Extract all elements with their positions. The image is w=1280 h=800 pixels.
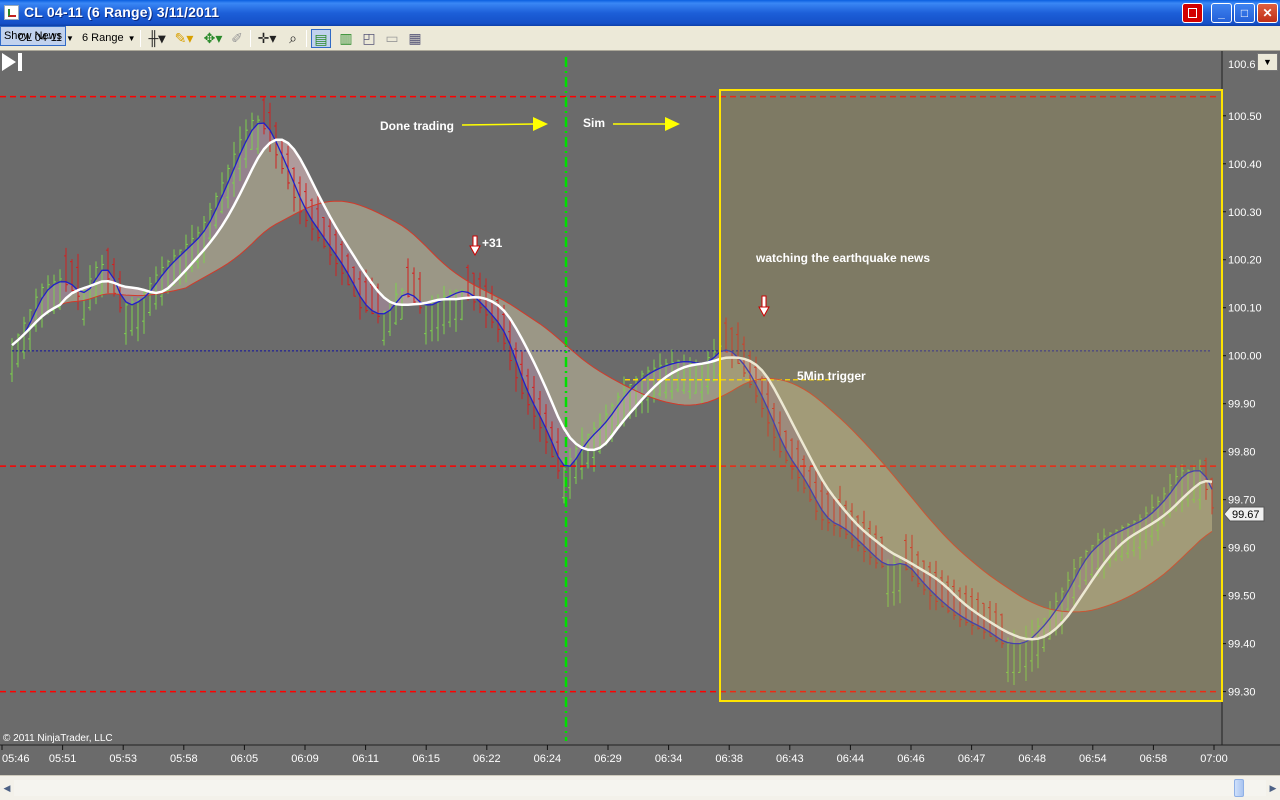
time-tick-label: 06:11 <box>352 753 379 765</box>
line-chart-icon[interactable]: ◰ <box>359 29 379 48</box>
arrow-head-icon <box>533 117 548 131</box>
title-bar[interactable]: CL 04-11 (6 Range) 3/11/2011 _ □ ✕ <box>0 0 1280 26</box>
instrument-selector[interactable]: CL 04-11 ▼ <box>12 29 76 48</box>
time-tick-label: 05:58 <box>170 753 198 765</box>
arrow-head-icon <box>665 117 680 131</box>
chevron-down-icon: ▼ <box>66 34 74 43</box>
time-axis[interactable]: 05:46 05:51 05:53 05:58 06:05 06:09 06:11 06:15… <box>0 744 1280 765</box>
time-tick-label: 06:29 <box>594 753 622 765</box>
scrollbar-track[interactable] <box>14 780 1266 796</box>
price-bar <box>136 297 140 342</box>
eraser-icon[interactable]: ✐ <box>227 29 247 48</box>
time-tick-label: 06:15 <box>412 753 440 765</box>
price-bar <box>22 316 26 360</box>
time-tick-label: 06:05 <box>231 753 259 765</box>
ninjatrader-app-icon[interactable] <box>4 5 19 20</box>
sell-arrow-icon <box>469 235 481 257</box>
app-window: CL 04-11 (6 Range) 3/11/2011 _ □ ✕ CL 04… <box>0 0 1280 800</box>
scrollbar-thumb[interactable] <box>1234 779 1244 797</box>
sim-label: Sim <box>583 116 605 130</box>
time-tick-label: 06:09 <box>291 753 319 765</box>
price-chart[interactable]: 100.50 100.40 100.30 100.20 100.10 100.00 99.9… <box>0 51 1280 775</box>
toolbar-divider <box>250 30 251 47</box>
price-bar <box>124 302 128 345</box>
chart-trader-icon[interactable]: ▤ <box>311 29 331 48</box>
minimize-button[interactable]: _ <box>1211 3 1232 23</box>
price-chart-canvas[interactable]: 100.50 100.40 100.30 100.20 100.10 100.00 99.9… <box>0 51 1280 775</box>
price-tick-label: 99.40 <box>1228 639 1256 651</box>
time-tick-label: 06:44 <box>837 753 865 765</box>
price-tick-label: 100.50 <box>1228 111 1262 123</box>
watching-news-label: watching the earthquake news <box>755 251 930 265</box>
price-tick-label: 99.70 <box>1228 495 1256 507</box>
toolbar-divider <box>306 30 307 47</box>
maximize-button[interactable]: □ <box>1234 3 1255 23</box>
profit-label: +31 <box>482 236 503 250</box>
price-tick-label: 99.80 <box>1228 447 1256 459</box>
done-trading-arrow <box>461 123 536 126</box>
time-tick-label: 06:58 <box>1140 753 1168 765</box>
time-tick-label: 06:24 <box>534 753 562 765</box>
price-tick-label: 100.30 <box>1228 207 1262 219</box>
scroll-to-end-icon[interactable] <box>0 51 26 73</box>
time-tick-label: 05:46 <box>2 753 30 765</box>
price-tick-label: 99.90 <box>1228 399 1256 411</box>
time-tick-label: 06:34 <box>655 753 683 765</box>
chevron-down-icon: ▼ <box>127 34 136 43</box>
crosshair-icon[interactable]: ✛▾ <box>255 29 279 48</box>
toolbar-divider <box>140 30 141 47</box>
price-tick-label: 100.20 <box>1228 255 1262 267</box>
zoom-icon[interactable]: ⌕ <box>283 29 303 48</box>
price-tick-label: 100.10 <box>1228 303 1262 315</box>
time-tick-label: 06:48 <box>1018 753 1046 765</box>
time-tick-label: 06:47 <box>958 753 986 765</box>
time-tick-label: 06:22 <box>473 753 501 765</box>
window-title: CL 04-11 (6 Range) 3/11/2011 <box>24 4 220 20</box>
price-tick-label: 100.6 <box>1228 59 1256 71</box>
price-tick-label: 99.50 <box>1228 591 1256 603</box>
candlestick-icon[interactable]: ▥ <box>336 29 356 48</box>
copyright-label: © 2011 NinjaTrader, LLC <box>3 733 113 744</box>
close-button[interactable]: ✕ <box>1257 3 1278 23</box>
link-icon <box>1188 8 1197 18</box>
drawing-pencil-icon[interactable]: ✎▾ <box>172 29 196 48</box>
price-bar <box>424 304 428 345</box>
chart-toolbar: CL 04-11 ▼ 6 Range ▼ ╫▾ ✎▾ ✥▾ ✐ ✛▾ ⌕ ▤ ▥ ◰… <box>0 26 1280 51</box>
sim-region-box <box>719 89 1223 702</box>
price-bar <box>148 276 152 316</box>
price-scale-dropdown-button[interactable]: ▼ <box>1257 53 1278 71</box>
time-tick-label: 06:54 <box>1079 753 1107 765</box>
drawing-tools-icon[interactable]: ✥▾ <box>201 29 225 48</box>
time-tick-label: 06:43 <box>776 753 804 765</box>
data-box-icon[interactable]: ▭ <box>382 29 402 48</box>
link-color-button[interactable] <box>1182 3 1203 23</box>
properties-icon[interactable]: ▦ <box>405 29 425 48</box>
instrument-label: CL 04-11 <box>18 32 63 44</box>
time-tick-label: 07:00 <box>1200 753 1228 765</box>
price-tick-label: 100.40 <box>1228 159 1262 171</box>
time-tick-label: 06:38 <box>715 753 743 765</box>
done-trading-label: Done trading <box>380 119 454 133</box>
scroll-right-icon[interactable]: ▶ <box>1268 781 1278 795</box>
scroll-left-icon[interactable]: ◀ <box>2 781 12 795</box>
time-tick-label: 06:46 <box>897 753 925 765</box>
bar-type-selector[interactable]: 6 Range ▼ <box>76 29 138 48</box>
price-tick-label: 100.00 <box>1228 351 1262 363</box>
price-tick-label: 99.30 <box>1228 687 1256 699</box>
chevron-down-icon: ▼ <box>1263 57 1272 67</box>
last-price-label: 99.67 <box>1232 509 1260 521</box>
bar-type-label: 6 Range <box>82 32 124 44</box>
price-axis[interactable]: 100.50 100.40 100.30 100.20 100.10 100.00 99.9… <box>1221 51 1280 745</box>
price-tick-label: 99.60 <box>1228 543 1256 555</box>
time-tick-label: 05:51 <box>49 753 77 765</box>
bar-style-icon[interactable]: ╫▾ <box>145 29 169 48</box>
trigger-label: 5Min trigger <box>797 369 866 383</box>
time-tick-label: 05:53 <box>109 753 137 765</box>
price-bar <box>382 310 386 346</box>
horizontal-scrollbar[interactable]: ◀ ▶ <box>0 775 1280 800</box>
